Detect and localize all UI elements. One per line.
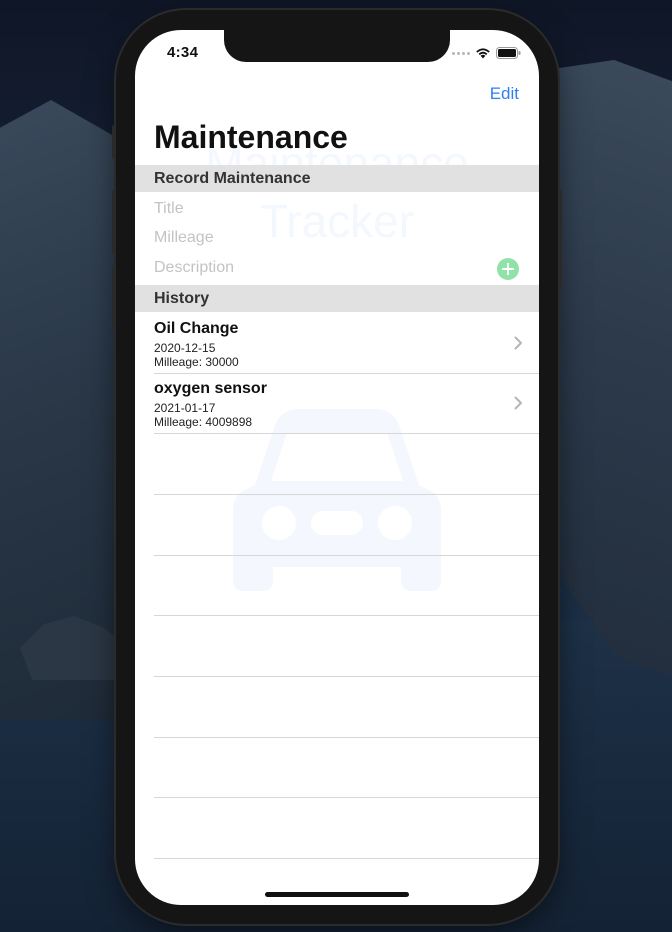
empty-row-separator (154, 737, 539, 738)
empty-row-separator (154, 555, 539, 556)
chevron-right-icon (514, 336, 523, 355)
empty-row-separator (154, 615, 539, 616)
battery-icon (496, 47, 521, 59)
chevron-right-icon (514, 396, 523, 415)
empty-row-separator (154, 797, 539, 798)
title-input[interactable] (154, 197, 484, 221)
wifi-icon (475, 47, 491, 59)
row-mileage: Milleage: 4009898 (154, 415, 253, 429)
record-section-header: Record Maintenance (135, 165, 539, 192)
history-row[interactable]: oxygen sensor 2021-01-17 Milleage: 40098… (154, 374, 539, 434)
mileage-input[interactable] (154, 226, 484, 250)
volume-up-button (112, 190, 116, 254)
add-record-button[interactable] (497, 258, 519, 280)
empty-row-separator (154, 676, 539, 677)
row-mileage: Milleage: 30000 (154, 355, 239, 369)
car-watermark-icon (215, 405, 459, 600)
signal-icon (452, 51, 470, 55)
description-input[interactable] (154, 256, 484, 280)
home-indicator[interactable] (265, 892, 409, 897)
phone-frame: Maintenance Tracker 4:34 Edit Maintenanc… (112, 10, 562, 924)
mute-switch (112, 125, 116, 159)
row-date: 2021-01-17 (154, 401, 216, 415)
page-title: Maintenance (154, 119, 348, 155)
row-title: Oil Change (154, 320, 239, 337)
notch (224, 30, 450, 62)
status-icons (452, 47, 521, 59)
row-title: oxygen sensor (154, 380, 267, 397)
status-time: 4:34 (167, 44, 199, 61)
row-date: 2020-12-15 (154, 341, 216, 355)
plus-icon (502, 263, 514, 275)
empty-row-separator (154, 858, 539, 859)
volume-down-button (112, 265, 116, 329)
app-screen: Maintenance Tracker 4:34 Edit Maintenanc… (135, 30, 539, 905)
empty-row-separator (154, 494, 539, 495)
history-row[interactable]: Oil Change 2020-12-15 Milleage: 30000 (154, 314, 539, 374)
power-button (558, 190, 562, 290)
history-section-header: History (135, 285, 539, 312)
edit-button[interactable]: Edit (490, 84, 519, 104)
